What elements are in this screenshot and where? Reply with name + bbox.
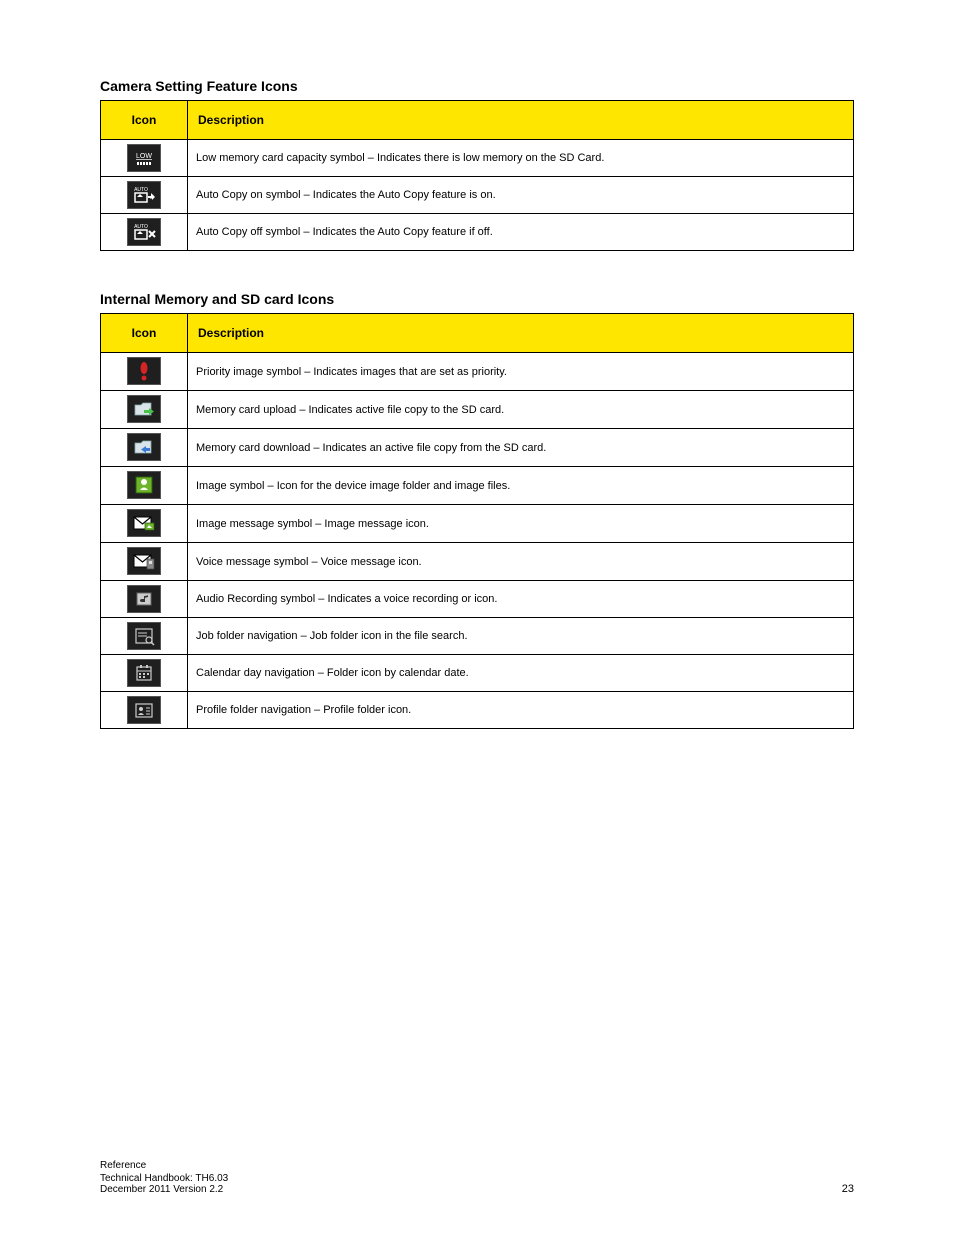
job-folder-icon [127,622,161,650]
t2-header-desc: Description [188,314,854,353]
table-row: Memory card upload – Indicates active fi… [101,391,854,429]
footer-page-number: 23 [842,1183,854,1195]
table-row: Calendar day navigation – Folder icon by… [101,655,854,692]
auto-copy-off-icon: AUTO [127,218,161,246]
voice-message-icon [127,547,161,575]
table-row: Audio Recording symbol – Indicates a voi… [101,581,854,618]
cell-desc: Low memory card capacity symbol – Indica… [188,140,854,177]
cell-desc: Memory card upload – Indicates active fi… [188,391,854,429]
svg-text:AUTO: AUTO [134,187,148,193]
cell-desc: Profile folder navigation – Profile fold… [188,692,854,729]
auto-copy-on-icon: AUTO [127,181,161,209]
cell-desc: Audio Recording symbol – Indicates a voi… [188,581,854,618]
table-row: Voice message symbol – Voice message ico… [101,543,854,581]
svg-text:AUTO: AUTO [134,224,148,230]
memory-sd-table: Icon Description Priority image symbol –… [100,313,854,729]
cell-desc: Calendar day navigation – Folder icon by… [188,655,854,692]
cell-desc: Auto Copy on symbol – Indicates the Auto… [188,177,854,214]
low-memory-icon: LOW [127,144,161,172]
t2-header-icon: Icon [101,314,188,353]
table-row: Priority image symbol – Indicates images… [101,353,854,391]
table-row: AUTO Auto Copy off symbol – Indicates th… [101,214,854,251]
table-row: AUTO Auto Copy on symbol – Indicates the… [101,177,854,214]
image-message-icon [127,509,161,537]
camera-settings-table: Icon Description LOW [100,100,854,251]
cell-desc: Job folder navigation – Job folder icon … [188,618,854,655]
image-folder-icon [127,471,161,499]
page: Camera Setting Feature Icons Icon Descri… [0,0,954,1235]
footer-section: Reference [100,1160,854,1171]
table-row: LOW Low memory card capacity symbol – In… [101,140,854,177]
memory-card-upload-icon [127,395,161,423]
profile-folder-icon [127,696,161,724]
audio-recording-icon [127,585,161,613]
calendar-folder-icon [127,659,161,687]
memory-card-download-icon [127,433,161,461]
cell-desc: Auto Copy off symbol – Indicates the Aut… [188,214,854,251]
t1-header-desc: Description [188,101,854,140]
page-footer: Reference Technical Handbook: TH6.03 Dec… [100,1160,854,1195]
t1-header-icon: Icon [101,101,188,140]
cell-desc: Image message symbol – Image message ico… [188,505,854,543]
table-row: Profile folder navigation – Profile fold… [101,692,854,729]
table-row: Image message symbol – Image message ico… [101,505,854,543]
table-row: Job folder navigation – Job folder icon … [101,618,854,655]
svg-text:LOW: LOW [136,153,152,160]
footer-doc-ref: Technical Handbook: TH6.03 [100,1173,228,1184]
priority-image-icon [127,357,161,385]
footer-date-version: December 2011 Version 2.2 [100,1184,223,1195]
cell-desc: Voice message symbol – Voice message ico… [188,543,854,581]
cell-desc: Memory card download – Indicates an acti… [188,429,854,467]
section1-title: Camera Setting Feature Icons [100,78,854,94]
section2-title: Internal Memory and SD card Icons [100,291,854,307]
table-row: Memory card download – Indicates an acti… [101,429,854,467]
cell-desc: Image symbol – Icon for the device image… [188,467,854,505]
cell-desc: Priority image symbol – Indicates images… [188,353,854,391]
table-row: Image symbol – Icon for the device image… [101,467,854,505]
